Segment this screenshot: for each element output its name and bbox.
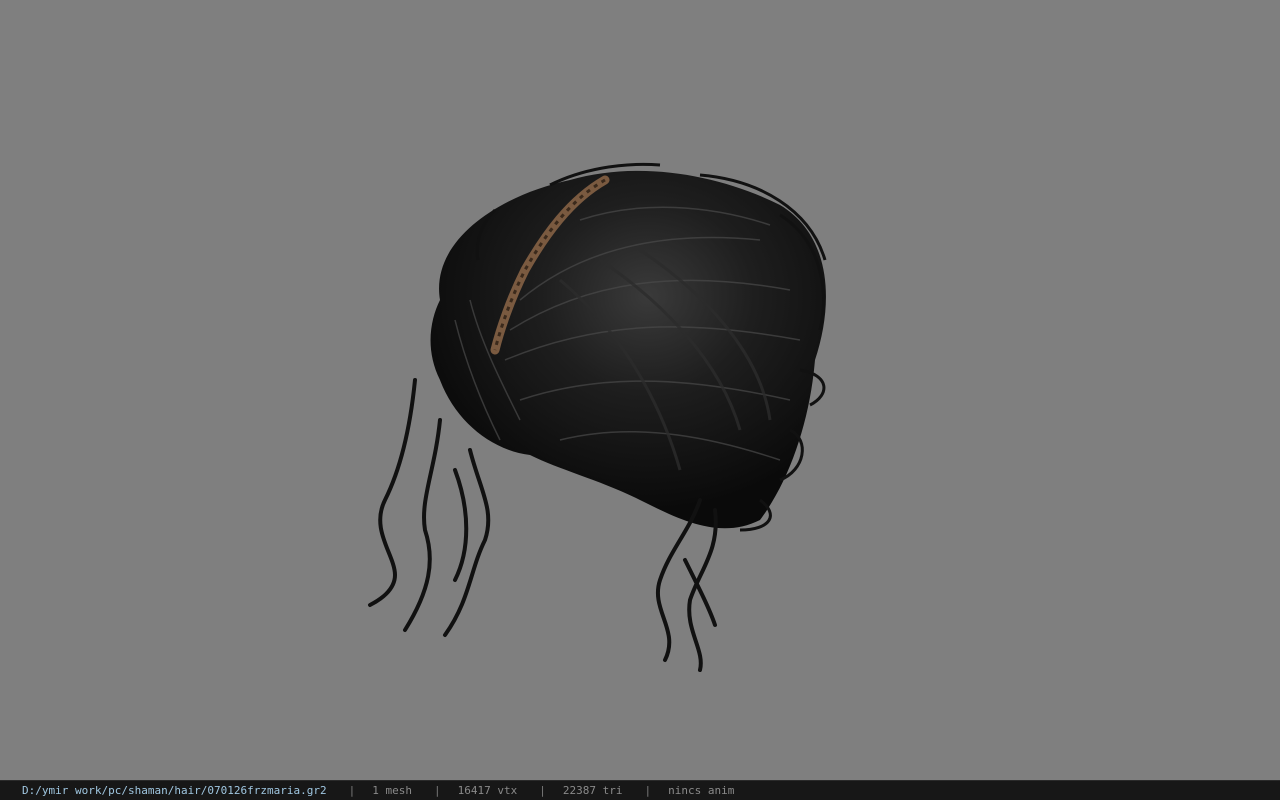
hair-model[interactable] xyxy=(0,0,1280,780)
separator: | xyxy=(434,784,441,797)
mesh-count: 1 mesh xyxy=(372,784,413,797)
animation-status: nincs anim xyxy=(668,784,735,797)
separator: | xyxy=(348,784,356,797)
triangle-count: 22387 tri xyxy=(562,784,623,797)
separator: | xyxy=(539,784,546,797)
file-path: D:/ymir work/pc/shaman/hair/070126frzmar… xyxy=(22,784,327,797)
status-bar: D:/ymir work/pc/shaman/hair/070126frzmar… xyxy=(0,780,1280,800)
separator: | xyxy=(644,784,652,797)
3d-viewport[interactable] xyxy=(0,0,1280,780)
vertex-count: 16417 vtx xyxy=(457,784,518,797)
